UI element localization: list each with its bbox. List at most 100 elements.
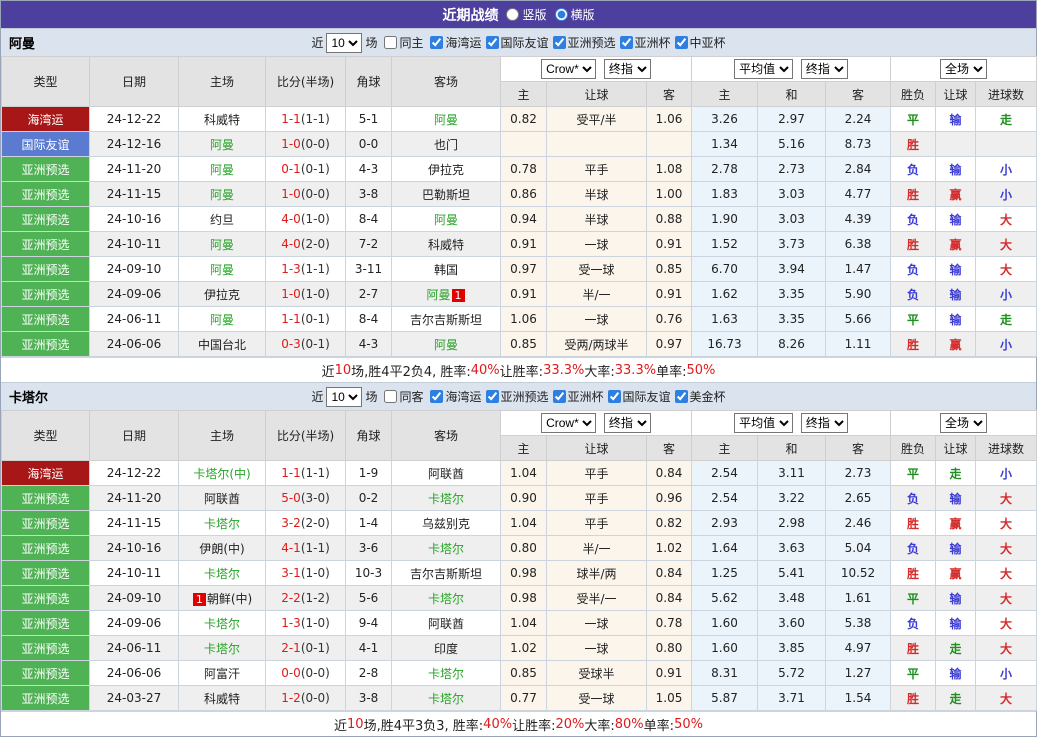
match-row: 亚洲预选24-11-20阿联酋5-0(3-0)0-2卡塔尔0.90平手0.962… <box>2 486 1037 511</box>
match-row: 亚洲预选24-10-11阿曼4-0(2-0)7-2科威特0.91一球0.911.… <box>2 232 1037 257</box>
same-venue-checkbox[interactable] <box>384 36 397 49</box>
match-score: 4-0(1-0) <box>266 207 346 232</box>
result-wdl: 平 <box>891 661 936 686</box>
avg-home: 5.87 <box>692 686 758 711</box>
odds-handicap: 受平/半 <box>547 107 647 132</box>
avg-draw: 3.63 <box>758 536 826 561</box>
match-count-select[interactable]: 10 <box>326 387 362 407</box>
competition-filter[interactable]: 美金杯 <box>671 388 726 405</box>
result-handicap: 走 <box>936 636 976 661</box>
score-halftime: (0-0) <box>301 691 330 705</box>
odds-stage-select[interactable]: 终指 <box>604 59 651 79</box>
layout-option-vertical[interactable]: 竖版 <box>506 6 546 23</box>
odds-away <box>647 132 692 157</box>
scope-select[interactable]: 全场 <box>940 413 987 433</box>
score-halftime: (1-1) <box>301 112 330 126</box>
result-wdl: 胜 <box>891 232 936 257</box>
layout-option-horizontal[interactable]: 横版 <box>555 6 595 23</box>
team-label: 伊拉克 <box>428 163 464 177</box>
odds-source-select[interactable]: Crow* <box>541 413 596 433</box>
near-label: 近 <box>311 388 323 405</box>
avg-stage-select[interactable]: 终指 <box>801 59 848 79</box>
competition-checkbox[interactable] <box>430 390 443 403</box>
competition-filter[interactable]: 亚洲杯 <box>616 34 671 51</box>
summary-segment: 单率: <box>644 715 674 734</box>
competition-label: 亚洲杯 <box>635 34 671 51</box>
competition-checkbox[interactable] <box>486 390 499 403</box>
avg-draw: 2.97 <box>758 107 826 132</box>
team-label: 卡塔尔 <box>428 692 464 706</box>
avg-home: 5.62 <box>692 586 758 611</box>
odds-source-select[interactable]: Crow* <box>541 59 596 79</box>
competition-filter[interactable]: 国际友谊 <box>482 34 549 51</box>
match-count-select[interactable]: 10 <box>326 33 362 53</box>
result-wdl: 胜 <box>891 686 936 711</box>
team-label: 卡塔尔 <box>428 667 464 681</box>
result-goals: 大 <box>976 536 1037 561</box>
team-label: 吉尔吉斯斯坦 <box>410 313 482 327</box>
team-label: 也门 <box>434 138 458 152</box>
competition-filter[interactable]: 亚洲预选 <box>482 388 549 405</box>
odds-away: 0.88 <box>647 207 692 232</box>
team-section: 卡塔尔 近 10 场 同客 海湾运亚洲预选亚洲杯国际友谊美金杯 <box>1 382 1036 736</box>
match-row: 国际友谊24-12-16阿曼1-0(0-0)0-0也门1.345.168.73胜 <box>2 132 1037 157</box>
avg-home: 1.83 <box>692 182 758 207</box>
competition-checkbox[interactable] <box>675 36 688 49</box>
score-halftime: (1-0) <box>301 566 330 580</box>
col-away: 客场 <box>392 57 501 107</box>
odds-away: 0.91 <box>647 282 692 307</box>
competition-filter[interactable]: 海湾运 <box>426 388 481 405</box>
record-summary: 近10场,胜4平3负3, 胜率:40% 让胜率:20% 大率:80% 单率:50… <box>1 711 1036 736</box>
same-venue-label: 同客 <box>399 388 423 405</box>
competition-checkbox[interactable] <box>430 36 443 49</box>
same-venue-filter[interactable]: 同主 <box>380 34 423 51</box>
horizontal-layout-radio[interactable] <box>555 8 568 21</box>
avg-home: 1.64 <box>692 536 758 561</box>
summary-segment: 场,胜4平2负4, 胜率: <box>351 361 471 380</box>
competition-checkbox[interactable] <box>608 390 621 403</box>
corners: 2-8 <box>346 661 392 686</box>
corners: 3-8 <box>346 182 392 207</box>
score-halftime: (2-0) <box>301 237 330 251</box>
col-corner: 角球 <box>346 411 392 461</box>
score-fulltime: 1-0 <box>281 287 301 301</box>
match-type: 亚洲预选 <box>2 232 90 257</box>
score-fulltime: 1-1 <box>281 312 301 326</box>
competition-filter[interactable]: 中亚杯 <box>671 34 726 51</box>
summary-segment: 大率: <box>584 361 614 380</box>
same-venue-checkbox[interactable] <box>384 390 397 403</box>
match-type: 亚洲预选 <box>2 282 90 307</box>
team-label: 阿联酋 <box>428 617 464 631</box>
avg-home: 2.54 <box>692 461 758 486</box>
avg-away: 4.77 <box>826 182 891 207</box>
competition-checkbox[interactable] <box>620 36 633 49</box>
subcol-odds-home: 主 <box>501 436 547 461</box>
avg-draw: 3.03 <box>758 182 826 207</box>
same-venue-filter[interactable]: 同客 <box>380 388 423 405</box>
competition-filter[interactable]: 海湾运 <box>426 34 481 51</box>
odds-handicap: 一球 <box>547 307 647 332</box>
odds-stage-select[interactable]: 终指 <box>604 413 651 433</box>
same-venue-label: 同主 <box>399 34 423 51</box>
competition-checkbox[interactable] <box>553 390 566 403</box>
competition-filter[interactable]: 亚洲预选 <box>549 34 616 51</box>
corners: 3-8 <box>346 686 392 711</box>
odds-home: 0.77 <box>501 686 547 711</box>
vertical-layout-radio[interactable] <box>506 8 519 21</box>
corners: 4-3 <box>346 157 392 182</box>
result-handicap: 输 <box>936 486 976 511</box>
avg-source-select[interactable]: 平均值 <box>734 59 793 79</box>
avg-away: 2.24 <box>826 107 891 132</box>
competition-checkbox[interactable] <box>486 36 499 49</box>
competition-filter[interactable]: 亚洲杯 <box>549 388 604 405</box>
result-handicap: 输 <box>936 611 976 636</box>
scope-select[interactable]: 全场 <box>940 59 987 79</box>
score-halftime: (1-0) <box>301 616 330 630</box>
avg-source-select[interactable]: 平均值 <box>734 413 793 433</box>
competition-checkbox[interactable] <box>553 36 566 49</box>
avg-stage-select[interactable]: 终指 <box>801 413 848 433</box>
avg-draw: 3.11 <box>758 461 826 486</box>
result-handicap <box>936 132 976 157</box>
competition-filter[interactable]: 国际友谊 <box>604 388 671 405</box>
competition-checkbox[interactable] <box>675 390 688 403</box>
